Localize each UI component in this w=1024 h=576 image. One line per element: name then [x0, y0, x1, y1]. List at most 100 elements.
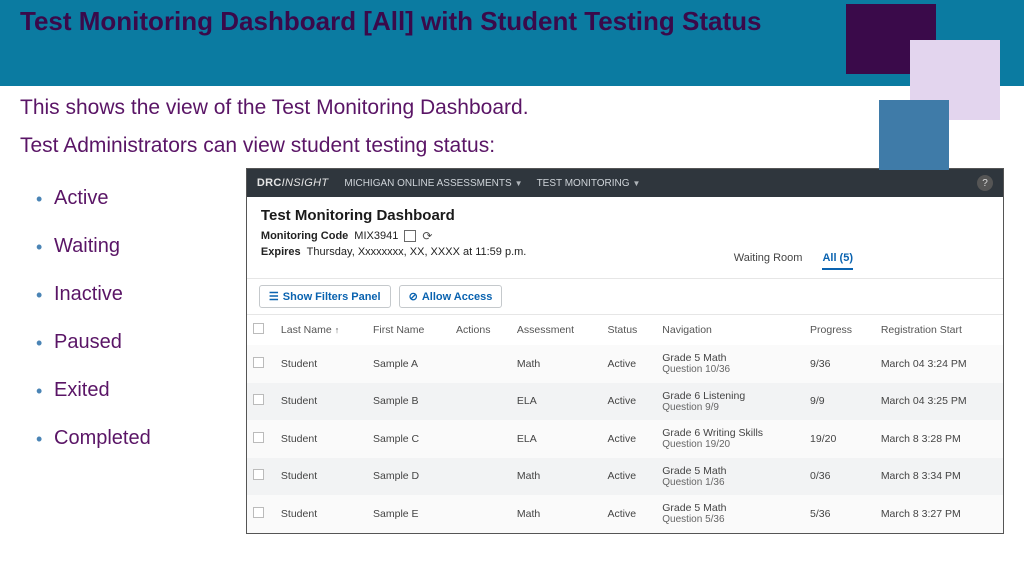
row-checkbox[interactable] [253, 357, 264, 368]
table-row: StudentSample A MathActiveGrade 5 MathQue… [247, 345, 1003, 383]
table-row: StudentSample DMathActiveGrade 5 MathQue… [247, 458, 1003, 496]
slide-intro: This shows the view of the Test Monitori… [0, 86, 1024, 534]
block-icon: ⊘ [409, 290, 418, 303]
sort-asc-icon: ↑ [335, 325, 340, 335]
nav-assessments-label: MICHIGAN ONLINE ASSESSMENTS [344, 178, 511, 189]
row-checkbox[interactable] [253, 469, 264, 480]
tabs: Waiting Room All (5) [734, 252, 853, 270]
cell-actions [450, 420, 511, 458]
cell-status: Active [602, 383, 657, 421]
table-row: StudentSample CELAActiveGrade 6 Writing … [247, 420, 1003, 458]
col-actions[interactable]: Actions [450, 315, 511, 345]
monitoring-code-label: Monitoring Code [261, 230, 348, 242]
cell-first-name: Sample A [367, 345, 450, 383]
students-table: Last Name↑ First Name Actions Assessment… [247, 315, 1003, 533]
col-last-name-label: Last Name [281, 324, 332, 336]
select-all-checkbox[interactable] [253, 323, 264, 334]
refresh-icon[interactable] [422, 230, 434, 242]
cell-progress: 19/20 [804, 420, 875, 458]
app-header: Test Monitoring Dashboard Monitoring Cod… [247, 197, 1003, 268]
cell-assessment: Math [511, 495, 602, 533]
cell-first-name: Sample B [367, 383, 450, 421]
show-filters-button[interactable]: ☰Show Filters Panel [259, 285, 391, 308]
cell-assessment: ELA [511, 420, 602, 458]
nav-assessments[interactable]: MICHIGAN ONLINE ASSESSMENTS ▼ [344, 178, 522, 189]
col-last-name[interactable]: Last Name↑ [275, 315, 367, 345]
cell-navigation: Grade 6 ListeningQuestion 9/9 [656, 383, 804, 421]
show-filters-label: Show Filters Panel [283, 291, 381, 303]
monitoring-code-value: MIX3941 [354, 230, 398, 242]
brand-insight: INSIGHT [282, 177, 329, 189]
cell-first-name: Sample D [367, 458, 450, 496]
cell-navigation: Grade 5 MathQuestion 1/36 [656, 458, 804, 496]
cell-first-name: Sample C [367, 420, 450, 458]
cell-status: Active [602, 345, 657, 383]
brand: DRCINSIGHT [257, 177, 328, 189]
status-list: Active Waiting Inactive Paused Exited Co… [20, 172, 236, 534]
status-item: Paused [54, 331, 236, 354]
cell-navigation: Grade 5 MathQuestion 10/36 [656, 345, 804, 383]
intro-line-2: Test Administrators can view student tes… [20, 134, 1004, 158]
page-title: Test Monitoring Dashboard [261, 207, 989, 224]
cell-registration-start: March 04 3:24 PM [875, 345, 1003, 383]
cell-last-name: Student [275, 495, 367, 533]
row-checkbox[interactable] [253, 432, 264, 443]
cell-progress: 5/36 [804, 495, 875, 533]
top-nav: MICHIGAN ONLINE ASSESSMENTS ▼ TEST MONITO… [344, 178, 640, 189]
cell-last-name: Student [275, 345, 367, 383]
table-row: StudentSample E MathActiveGrade 5 MathQue… [247, 495, 1003, 533]
nav-test-monitoring-label: TEST MONITORING [537, 178, 630, 189]
nav-test-monitoring[interactable]: TEST MONITORING▼ [537, 178, 641, 189]
cell-registration-start: March 8 3:27 PM [875, 495, 1003, 533]
cell-first-name: Sample E [367, 495, 450, 533]
monitoring-code-row: Monitoring Code MIX3941 [261, 230, 989, 242]
cell-assessment: Math [511, 458, 602, 496]
col-assessment[interactable]: Assessment [511, 315, 602, 345]
deco-square-blue [879, 100, 949, 170]
status-item: Completed [54, 427, 236, 450]
col-registration-start[interactable]: Registration Start [875, 315, 1003, 345]
cell-actions [450, 345, 511, 383]
cell-progress: 0/36 [804, 458, 875, 496]
cell-last-name: Student [275, 383, 367, 421]
expires-value: Thursday, Xxxxxxxx, XX, XXXX at 11:59 p.… [307, 246, 527, 258]
row-checkbox[interactable] [253, 394, 264, 405]
cell-last-name: Student [275, 458, 367, 496]
cell-actions [450, 383, 511, 421]
col-navigation[interactable]: Navigation [656, 315, 804, 345]
cell-last-name: Student [275, 420, 367, 458]
allow-access-button[interactable]: ⊘Allow Access [399, 285, 503, 308]
chevron-down-icon: ▼ [633, 179, 641, 188]
cell-registration-start: March 8 3:34 PM [875, 458, 1003, 496]
copy-icon[interactable] [404, 230, 416, 242]
cell-registration-start: March 04 3:25 PM [875, 383, 1003, 421]
cell-registration-start: March 8 3:28 PM [875, 420, 1003, 458]
toolbar: ☰Show Filters Panel ⊘Allow Access [247, 278, 1003, 315]
intro-line-1: This shows the view of the Test Monitori… [20, 96, 1004, 120]
chevron-down-icon: ▼ [515, 179, 523, 188]
table-row: StudentSample B ELAActiveGrade 6 Listenin… [247, 383, 1003, 421]
help-icon[interactable]: ? [977, 175, 993, 191]
app-window: DRCINSIGHT MICHIGAN ONLINE ASSESSMENTS ▼ … [246, 168, 1004, 534]
cell-status: Active [602, 495, 657, 533]
cell-progress: 9/36 [804, 345, 875, 383]
cell-navigation: Grade 5 MathQuestion 5/36 [656, 495, 804, 533]
cell-progress: 9/9 [804, 383, 875, 421]
app-topbar: DRCINSIGHT MICHIGAN ONLINE ASSESSMENTS ▼ … [247, 169, 1003, 197]
expires-label: Expires [261, 246, 301, 258]
tab-all[interactable]: All (5) [822, 252, 853, 270]
status-item: Active [54, 187, 236, 210]
cell-assessment: ELA [511, 383, 602, 421]
col-progress[interactable]: Progress [804, 315, 875, 345]
slide-title: Test Monitoring Dashboard [All] with Stu… [20, 5, 800, 38]
row-checkbox[interactable] [253, 507, 264, 518]
expires-row: Expires Thursday, Xxxxxxxx, XX, XXXX at … [261, 246, 989, 258]
col-first-name[interactable]: First Name [367, 315, 450, 345]
status-item: Waiting [54, 235, 236, 258]
cell-assessment: Math [511, 345, 602, 383]
tab-waiting-room[interactable]: Waiting Room [734, 252, 803, 270]
table-header-row: Last Name↑ First Name Actions Assessment… [247, 315, 1003, 345]
col-status[interactable]: Status [602, 315, 657, 345]
cell-actions [450, 458, 511, 496]
status-item: Exited [54, 379, 236, 402]
